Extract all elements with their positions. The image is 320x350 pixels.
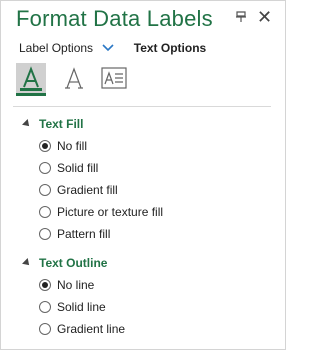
textbox-icon[interactable] (99, 63, 129, 93)
collapse-triangle-icon (22, 119, 32, 129)
close-icon[interactable]: ✕ (257, 8, 272, 26)
pane-title: Format Data Labels (16, 6, 213, 31)
divider (13, 106, 271, 107)
radio-label: Gradient line (57, 322, 126, 336)
radio-label: No fill (57, 139, 88, 153)
text-fill-heading: Text Fill (39, 117, 84, 131)
text-effects-icon[interactable] (59, 63, 89, 93)
radio-button[interactable] (39, 184, 51, 196)
text-fill-section-header[interactable]: Text Fill (22, 117, 84, 131)
radio-picture-texture-fill[interactable]: Picture or texture fill (39, 204, 163, 220)
radio-button[interactable] (39, 323, 51, 335)
text-outline-section-header[interactable]: Text Outline (22, 256, 108, 270)
tab-label-options-label: Label Options (19, 41, 94, 55)
text-outline-heading: Text Outline (39, 256, 108, 270)
selected-icon-indicator (16, 93, 46, 96)
options-tabs: Label Options Text Options (19, 41, 206, 55)
radio-label: Pattern fill (57, 227, 111, 241)
collapse-triangle-icon (22, 258, 32, 268)
radio-label: Solid fill (57, 161, 99, 175)
radio-button[interactable] (39, 206, 51, 218)
radio-button[interactable] (39, 279, 51, 291)
radio-gradient-fill[interactable]: Gradient fill (39, 182, 118, 198)
radio-solid-fill[interactable]: Solid fill (39, 160, 98, 176)
radio-pattern-fill[interactable]: Pattern fill (39, 226, 110, 242)
radio-button[interactable] (39, 301, 51, 313)
radio-no-line[interactable]: No line (39, 277, 94, 293)
radio-button[interactable] (39, 228, 51, 240)
tab-label-options[interactable]: Label Options (19, 41, 114, 55)
radio-solid-line[interactable]: Solid line (39, 299, 106, 315)
radio-button[interactable] (39, 162, 51, 174)
radio-label: Solid line (57, 300, 106, 314)
radio-gradient-line[interactable]: Gradient line (39, 321, 125, 337)
chevron-down-icon[interactable] (102, 43, 114, 55)
radio-label: No line (57, 278, 95, 292)
text-fill-outline-icon[interactable] (16, 63, 46, 93)
radio-no-fill[interactable]: No fill (39, 138, 87, 154)
radio-label: Picture or texture fill (57, 205, 164, 219)
tab-text-options[interactable]: Text Options (134, 41, 206, 55)
radio-label: Gradient fill (57, 183, 118, 197)
format-data-labels-pane: Format Data Labels ✕ Label Options Text … (0, 0, 286, 350)
pin-icon[interactable] (234, 10, 248, 24)
radio-button[interactable] (39, 140, 51, 152)
